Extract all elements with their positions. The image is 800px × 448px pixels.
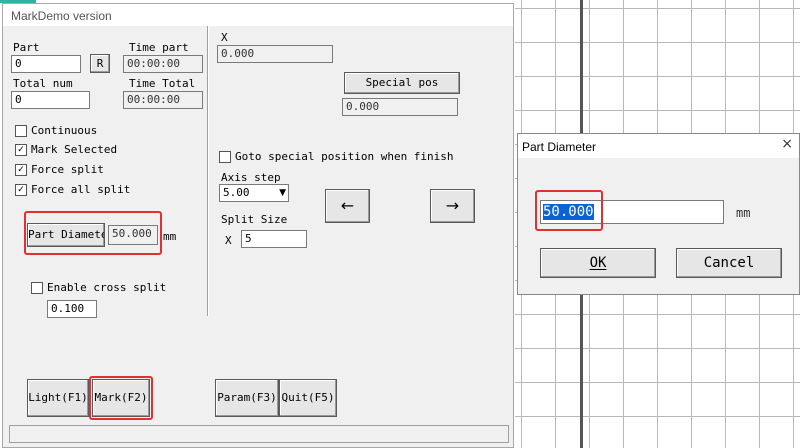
- split-size-axis-label: X: [225, 234, 232, 247]
- dialog-title: Part Diameter: [522, 140, 597, 154]
- mark-button-highlight: [89, 376, 153, 420]
- checkbox-box[interactable]: ✓: [15, 143, 27, 156]
- checkbox-box[interactable]: ✓: [15, 183, 27, 196]
- mark-demo-window: MarkDemo version Part 0 R Time part 00:0…: [2, 3, 514, 448]
- special-pos-field: 0.000: [342, 98, 458, 116]
- move-right-button[interactable]: →: [430, 189, 475, 223]
- enable-cross-split-label: Enable cross split: [47, 281, 167, 294]
- time-part-field: 00:00:00: [123, 55, 203, 73]
- chevron-down-icon[interactable]: ▼: [279, 186, 286, 200]
- time-part-label: Time part: [129, 41, 189, 54]
- checkbox-box[interactable]: [219, 150, 231, 163]
- force-split-checkbox[interactable]: ✓ Force split: [15, 163, 104, 176]
- mark-selected-checkbox[interactable]: ✓ Mark Selected: [15, 143, 117, 156]
- special-pos-button[interactable]: Special pos: [344, 72, 460, 94]
- arrow-left-icon: ←: [340, 196, 355, 215]
- cross-split-field[interactable]: 0.100: [47, 300, 97, 318]
- param-button[interactable]: Param(F3): [215, 379, 279, 417]
- dialog-cancel-button[interactable]: Cancel: [676, 248, 782, 278]
- continuous-checkbox[interactable]: Continuous: [15, 124, 97, 137]
- light-button[interactable]: Light(F1): [27, 379, 89, 417]
- part-label: Part: [13, 41, 40, 54]
- mark-selected-label: Mark Selected: [31, 143, 118, 156]
- axis-step-value: 5.00: [223, 186, 250, 199]
- quit-button[interactable]: Quit(F5): [279, 379, 337, 417]
- x-position-label: X: [221, 31, 228, 44]
- force-all-split-label: Force all split: [31, 183, 131, 196]
- close-icon[interactable]: ×: [781, 136, 793, 152]
- axis-step-select[interactable]: 5.00 ▼: [219, 184, 289, 202]
- window-titlebar: MarkDemo version: [3, 4, 513, 26]
- split-size-label: Split Size: [221, 213, 288, 226]
- goto-special-checkbox[interactable]: Goto special position when finish: [219, 150, 454, 163]
- axis-step-label: Axis step: [221, 171, 281, 184]
- reset-part-button[interactable]: R: [90, 54, 110, 73]
- force-all-split-checkbox[interactable]: ✓ Force all split: [15, 183, 130, 196]
- part-diameter-unit: mm: [163, 230, 177, 243]
- checkbox-box[interactable]: [15, 124, 27, 137]
- dialog-ok-button[interactable]: OK: [540, 248, 656, 278]
- dialog-titlebar: Part Diameter ×: [518, 134, 799, 158]
- time-total-label: Time Total: [129, 77, 196, 90]
- total-num-label: Total num: [13, 77, 73, 90]
- continuous-label: Continuous: [31, 124, 98, 137]
- status-bar: [9, 425, 509, 443]
- dialog-input-highlight: [535, 190, 603, 231]
- force-split-label: Force split: [31, 163, 104, 176]
- total-num-field[interactable]: 0: [11, 91, 90, 109]
- dialog-unit-label: mm: [736, 206, 751, 220]
- checkbox-box[interactable]: ✓: [15, 163, 27, 176]
- x-position-field: 0.000: [217, 45, 333, 63]
- part-diameter-dialog: Part Diameter × 50.000 mm OK Cancel: [517, 133, 800, 295]
- window-title: MarkDemo version: [11, 9, 112, 23]
- part-field[interactable]: 0: [11, 55, 81, 73]
- split-size-field[interactable]: 5: [241, 230, 307, 248]
- enable-cross-split-checkbox[interactable]: Enable cross split: [31, 281, 166, 294]
- column-separator: [207, 26, 209, 316]
- move-left-button[interactable]: ←: [325, 189, 370, 223]
- part-diameter-highlight: [24, 211, 162, 255]
- time-total-field: 00:00:00: [123, 91, 203, 109]
- goto-special-label: Goto special position when finish: [235, 150, 454, 163]
- checkbox-box[interactable]: [31, 281, 43, 294]
- arrow-right-icon: →: [445, 196, 460, 215]
